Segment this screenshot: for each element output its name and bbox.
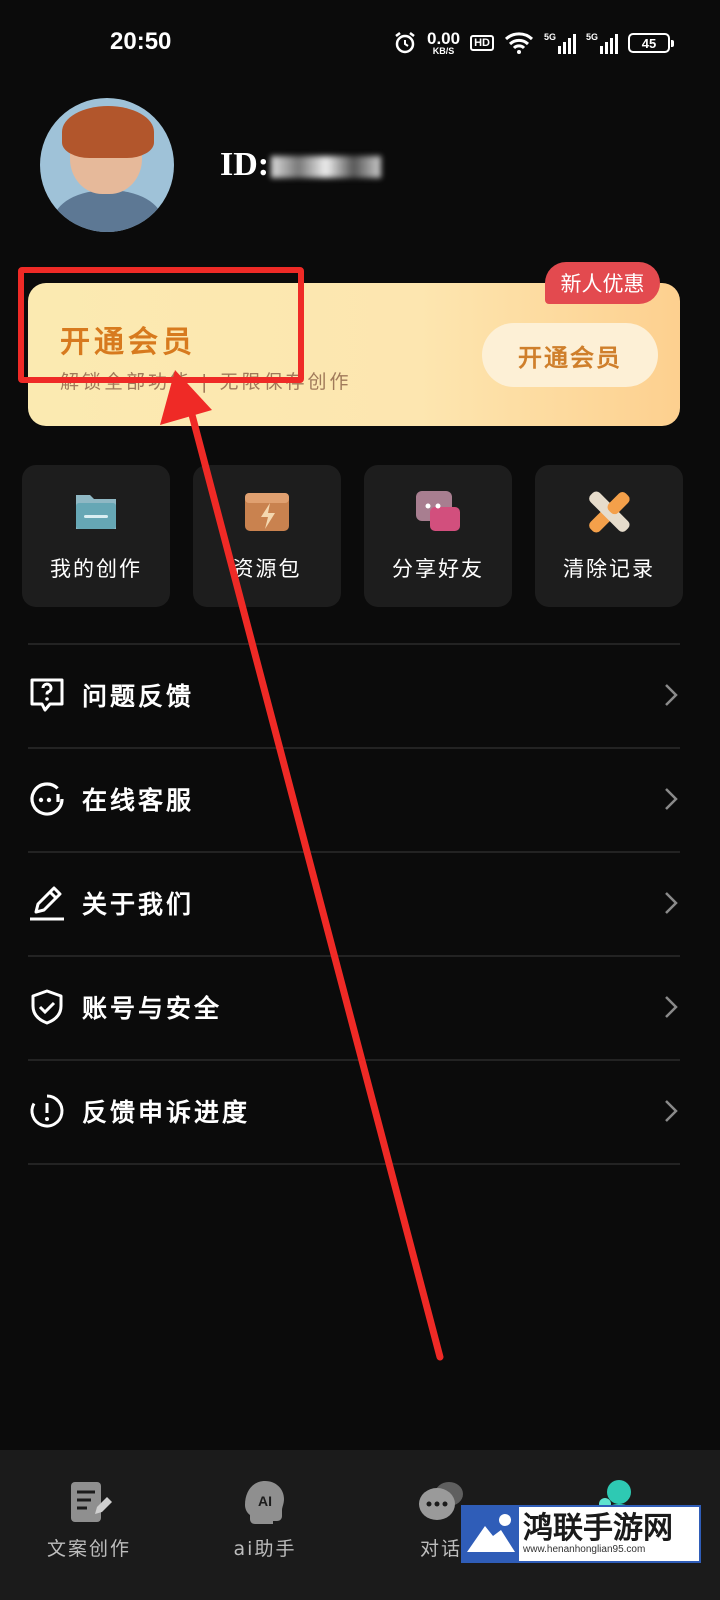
signal-icon-1: 5G [544, 32, 576, 54]
quick-action-label: 清除记录 [563, 557, 655, 581]
ai-head-icon: AI [245, 1481, 284, 1524]
svg-text:AI: AI [258, 1493, 272, 1509]
vip-title: 开通会员 [60, 325, 196, 360]
quick-action-label: 我的创作 [50, 557, 142, 581]
chevron-right-icon [665, 996, 678, 1018]
chevron-right-icon [665, 892, 678, 914]
avatar[interactable] [40, 98, 174, 232]
chat-bubbles-icon [419, 1482, 463, 1520]
watermark-title: 鸿联手游网 [523, 1510, 673, 1546]
nav-tab-ai-assistant[interactable]: AI ai助手 [180, 1450, 350, 1600]
menu-item-account-security[interactable]: 账号与安全 [28, 957, 680, 1057]
site-watermark: 鸿联手游网 www.henanhonglian95.com [461, 1505, 701, 1563]
menu-item-label: 问题反馈 [82, 682, 195, 711]
nav-tab-label: ai助手 [233, 1538, 297, 1560]
profile-id-redacted [271, 156, 382, 179]
signal-icon-2: 5G [586, 32, 618, 54]
eraser-icon [589, 491, 630, 533]
vip-subtitle: 解锁全部功能 | 无限保存创作 [60, 371, 352, 393]
customer-service-icon [30, 782, 64, 816]
divider [28, 1163, 680, 1165]
folder-icon [76, 495, 116, 529]
battery-icon: 45 [628, 33, 674, 53]
signal-label: 5G [543, 32, 556, 42]
menu-item-appeal-progress[interactable]: 反馈申诉进度 [28, 1061, 680, 1161]
menu-item-about-us[interactable]: 关于我们 [28, 853, 680, 953]
shield-check-icon [31, 989, 63, 1025]
watermark-url: www.henanhonglian95.com [523, 1544, 646, 1556]
nav-tab-label: 文案创作 [46, 1538, 131, 1560]
network-speed: 0.00 KB/S [427, 30, 460, 56]
new-user-badge: 新人优惠 [545, 262, 660, 304]
wifi-icon [504, 32, 533, 54]
quick-action-my-creations[interactable]: 我的创作 [22, 465, 170, 607]
chevron-right-icon [665, 1100, 678, 1122]
network-speed-unit: KB/S [432, 46, 455, 56]
menu-item-label: 在线客服 [82, 786, 195, 815]
profile-id: ID: [220, 146, 382, 184]
menu-item-feedback[interactable]: 问题反馈 [28, 645, 680, 745]
document-edit-icon [71, 1482, 112, 1522]
profile-id-label: ID: [220, 146, 270, 183]
quick-action-share-friends[interactable]: 分享好友 [364, 465, 512, 607]
menu-item-label: 关于我们 [82, 890, 195, 919]
chevron-right-icon [665, 788, 678, 810]
vip-banner[interactable]: 开通会员 解锁全部功能 | 无限保存创作 开通会员 [28, 283, 680, 426]
nav-tab-copywriting[interactable]: 文案创作 [4, 1450, 174, 1600]
menu-item-label: 账号与安全 [82, 994, 223, 1023]
hd-badge: HD [470, 35, 494, 51]
signal-label: 5G [585, 32, 598, 42]
question-feedback-icon [30, 678, 64, 712]
menu-item-customer-service[interactable]: 在线客服 [28, 749, 680, 849]
quick-action-label: 资源包 [232, 557, 302, 581]
status-icons: 0.00 KB/S HD 5G 5G 45 [393, 30, 674, 56]
lightning-box-icon [245, 493, 289, 531]
menu-item-label: 反馈申诉进度 [82, 1098, 251, 1127]
watermark-logo-icon [463, 1506, 519, 1562]
network-speed-value: 0.00 [426, 29, 461, 48]
quick-action-clear-history[interactable]: 清除记录 [535, 465, 683, 607]
alarm-icon [395, 32, 415, 54]
chat-share-icon [416, 491, 460, 531]
chevron-right-icon [665, 684, 678, 706]
quick-action-resource-pack[interactable]: 资源包 [193, 465, 341, 607]
status-bar: 20:50 0.00 KB/S HD 5G 5G 45 [0, 0, 720, 70]
quick-action-label: 分享好友 [392, 557, 484, 581]
progress-clock-icon [30, 1094, 64, 1128]
status-time: 20:50 [110, 28, 172, 55]
pencil-icon [30, 886, 64, 921]
open-vip-button[interactable]: 开通会员 [482, 323, 658, 387]
